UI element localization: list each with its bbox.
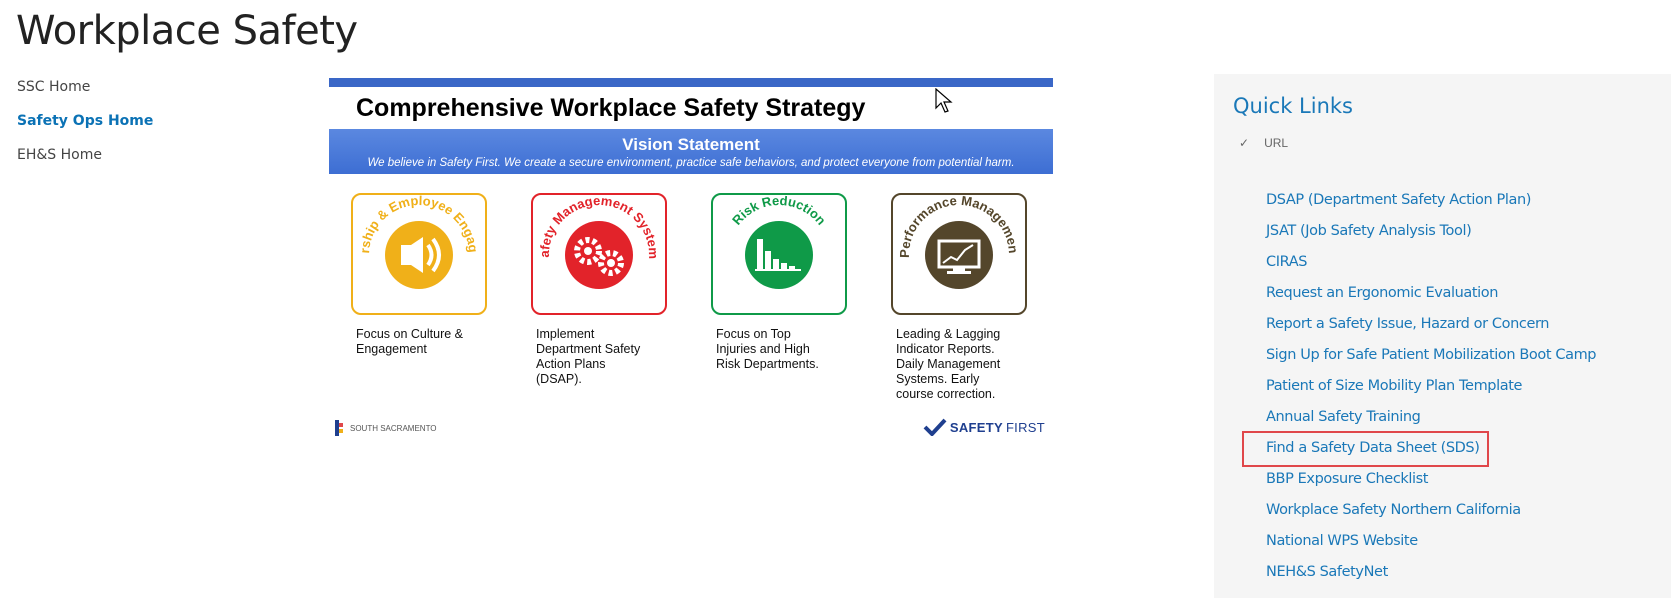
quick-links-panel: Quick Links ✓ URL DSAP (Department Safet…	[1214, 74, 1671, 598]
list-item: Report a Safety Issue, Hazard or Concern	[1266, 315, 1596, 346]
tile-leadership: Leadership & Employee Engagement	[351, 193, 487, 315]
safety-first-text-b: FIRST	[1005, 419, 1045, 435]
link-ciras[interactable]: CIRAS	[1266, 254, 1307, 270]
link-boot-camp[interactable]: Sign Up for Safe Patient Mobilization Bo…	[1266, 347, 1597, 363]
caption-leadership: Focus on Culture & Engagement	[356, 327, 463, 356]
safety-strategy-banner: Comprehensive Workplace Safety Strategy …	[329, 78, 1053, 440]
link-ergonomic-evaluation[interactable]: Request an Ergonomic Evaluation	[1266, 285, 1498, 301]
url-column-header[interactable]: URL	[1264, 136, 1288, 150]
vision-title: Vision Statement	[622, 135, 760, 154]
tile-safety-management: Safety Management Systems	[531, 193, 667, 315]
link-jsat[interactable]: JSAT (Job Safety Analysis Tool)	[1266, 223, 1472, 239]
nav-ssc-home[interactable]: SSC Home	[17, 78, 153, 112]
vision-statement: Vision Statement We believe in Safety Fi…	[329, 129, 1053, 174]
checkmark-logo-icon	[923, 418, 947, 436]
caption-safety-management: Implement Department Safety Action Plans…	[536, 327, 641, 386]
list-item: NEH&S SafetyNet	[1266, 563, 1596, 594]
megaphone-icon: Leadership & Employee Engagement	[353, 195, 481, 311]
bar-decline-icon: Risk Reduction	[729, 195, 829, 289]
tile-risk-reduction: Risk Reduction	[711, 193, 847, 315]
checkmark-icon[interactable]: ✓	[1239, 136, 1249, 150]
link-nehs-safetynet[interactable]: NEH&S SafetyNet	[1266, 564, 1388, 580]
link-dsap[interactable]: DSAP (Department Safety Action Plan)	[1266, 192, 1531, 208]
page-title: Workplace Safety	[16, 8, 358, 54]
tile-performance: Performance Management	[891, 193, 1027, 315]
link-report-safety-issue[interactable]: Report a Safety Issue, Hazard or Concern	[1266, 316, 1550, 332]
nav-safety-ops-home[interactable]: Safety Ops Home	[17, 112, 153, 146]
list-item: Sign Up for Safe Patient Mobilization Bo…	[1266, 346, 1597, 377]
quick-links-header-row: ✓ URL	[1239, 136, 1288, 150]
link-national-wps[interactable]: National WPS Website	[1266, 533, 1418, 549]
list-item: Workplace Safety Northern California	[1266, 501, 1596, 532]
link-mobility-plan[interactable]: Patient of Size Mobility Plan Template	[1266, 378, 1522, 394]
caption-risk-reduction: Focus on Top Injuries and High Risk Depa…	[716, 327, 819, 371]
south-sacramento-logo: SOUTH SACRAMENTO	[335, 420, 437, 436]
list-item: DSAP (Department Safety Action Plan)	[1266, 191, 1596, 222]
caption-performance: Leading & Lagging Indicator Reports. Dai…	[896, 327, 1001, 401]
strategy-tiles: Leadership & Employee Engagement Safety …	[351, 193, 1041, 413]
mouse-cursor-icon	[935, 88, 953, 113]
list-item: BBP Exposure Checklist	[1266, 470, 1596, 501]
list-item: Patient of Size Mobility Plan Template	[1266, 377, 1596, 408]
list-item: JSAT (Job Safety Analysis Tool)	[1266, 222, 1596, 253]
sds-highlight-box	[1242, 431, 1489, 467]
monitor-chart-icon: Performance Management	[893, 195, 1021, 289]
banner-top-bar	[329, 78, 1053, 87]
link-wps-norcal[interactable]: Workplace Safety Northern California	[1266, 502, 1521, 518]
list-item: CIRAS	[1266, 253, 1596, 284]
link-annual-training[interactable]: Annual Safety Training	[1266, 409, 1421, 425]
link-bbp-checklist[interactable]: BBP Exposure Checklist	[1266, 471, 1428, 487]
list-item: National WPS Website	[1266, 532, 1596, 563]
safety-first-text-a: SAFETY	[949, 419, 1003, 435]
kp-logo-icon	[335, 420, 343, 436]
gears-icon: Safety Management Systems	[533, 195, 661, 289]
nav-ehs-home[interactable]: EH&S Home	[17, 146, 153, 180]
south-sacramento-text: SOUTH SACRAMENTO	[350, 423, 437, 433]
quick-links-list: DSAP (Department Safety Action Plan) JSA…	[1266, 191, 1597, 594]
vision-text: We believe in Safety First. We create a …	[367, 157, 1015, 169]
list-item: Request an Ergonomic Evaluation	[1266, 284, 1596, 315]
quick-links-title: Quick Links	[1233, 94, 1354, 118]
left-navigation: SSC Home Safety Ops Home EH&S Home	[17, 78, 153, 180]
safety-first-logo: SAFETY FIRST	[923, 418, 1045, 436]
